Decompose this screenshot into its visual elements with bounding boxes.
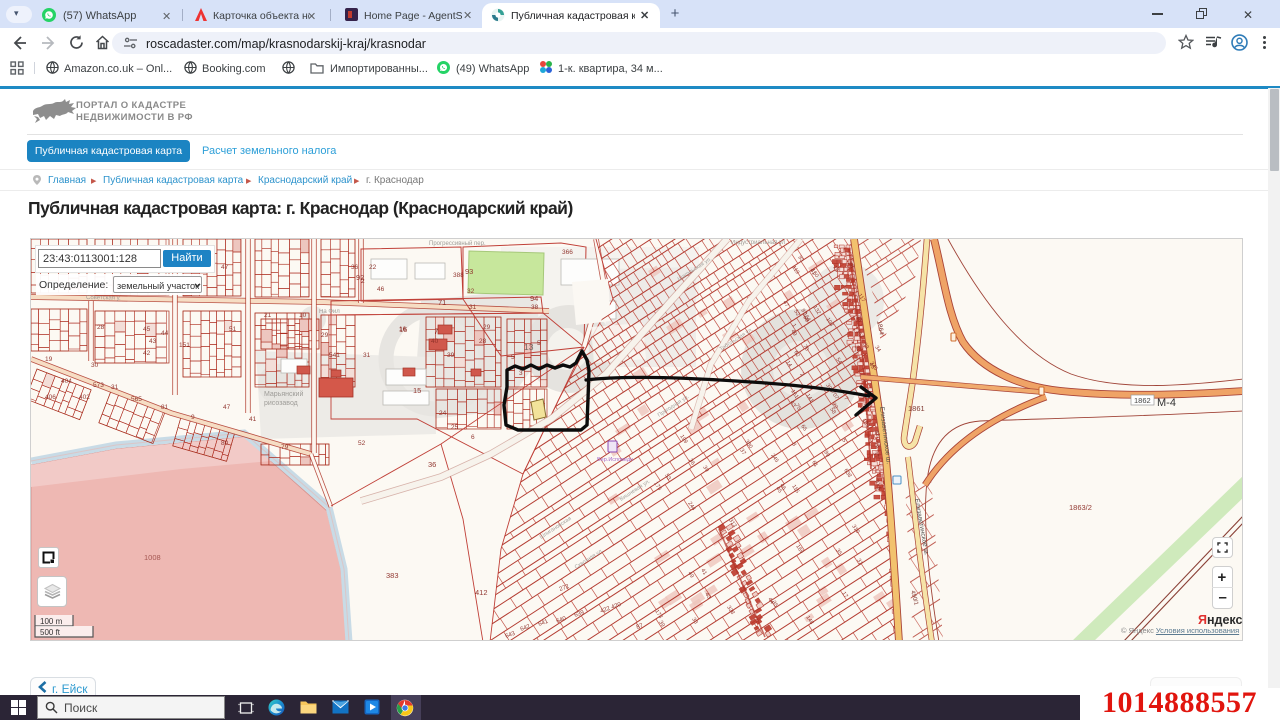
svg-text:7: 7 bbox=[434, 327, 438, 336]
svg-text:40: 40 bbox=[431, 338, 439, 345]
svg-text:На Фил: На Фил bbox=[319, 309, 340, 315]
svg-text:25: 25 bbox=[451, 424, 459, 431]
svg-text:79: 79 bbox=[281, 444, 289, 451]
svg-text:15: 15 bbox=[413, 386, 421, 395]
svg-text:36: 36 bbox=[351, 264, 359, 271]
svg-text:500 ft: 500 ft bbox=[40, 628, 61, 637]
svg-text:19: 19 bbox=[45, 356, 53, 363]
svg-text:47: 47 bbox=[221, 264, 229, 271]
svg-text:565: 565 bbox=[131, 396, 142, 403]
svg-text:5: 5 bbox=[511, 354, 515, 361]
svg-text:38: 38 bbox=[531, 304, 539, 311]
svg-text:29: 29 bbox=[321, 332, 329, 339]
svg-text:1008: 1008 bbox=[144, 553, 161, 562]
svg-text:406: 406 bbox=[45, 394, 56, 401]
svg-text:39: 39 bbox=[447, 352, 455, 359]
svg-text:100 m: 100 m bbox=[40, 617, 63, 626]
svg-text:13: 13 bbox=[524, 342, 534, 352]
svg-text:22: 22 bbox=[369, 264, 377, 271]
svg-text:16: 16 bbox=[399, 325, 407, 334]
svg-text:46: 46 bbox=[377, 286, 385, 293]
svg-text:6: 6 bbox=[471, 434, 475, 441]
svg-text:31: 31 bbox=[363, 352, 371, 359]
svg-text:71: 71 bbox=[438, 298, 446, 307]
svg-text:31: 31 bbox=[469, 304, 477, 311]
svg-text:М-4: М-4 bbox=[1157, 397, 1176, 409]
svg-text:28: 28 bbox=[479, 338, 487, 345]
svg-text:Прогрессивный пер.: Прогрессивный пер. bbox=[429, 240, 486, 247]
svg-text:30: 30 bbox=[91, 362, 99, 369]
svg-text:1863/2: 1863/2 bbox=[1069, 503, 1092, 512]
svg-text:1861: 1861 bbox=[908, 404, 925, 413]
svg-text:28: 28 bbox=[97, 324, 105, 331]
svg-text:44: 44 bbox=[161, 330, 169, 337]
svg-text:29: 29 bbox=[483, 324, 491, 331]
svg-text:541: 541 bbox=[329, 352, 340, 359]
svg-text:402: 402 bbox=[79, 394, 90, 401]
svg-text:5: 5 bbox=[537, 340, 541, 347]
svg-text:93: 93 bbox=[465, 267, 473, 276]
svg-text:1862: 1862 bbox=[1134, 396, 1151, 405]
svg-text:412: 412 bbox=[475, 588, 488, 597]
svg-text:41: 41 bbox=[249, 416, 257, 423]
svg-text:24: 24 bbox=[439, 410, 447, 417]
svg-text:383: 383 bbox=[386, 571, 399, 580]
svg-text:9: 9 bbox=[191, 414, 195, 421]
svg-text:388: 388 bbox=[453, 272, 464, 279]
svg-text:Советская у.: Советская у. bbox=[86, 295, 121, 302]
svg-text:45: 45 bbox=[143, 326, 151, 333]
svg-text:Марьянский: Марьянский bbox=[264, 390, 303, 398]
svg-text:94: 94 bbox=[530, 294, 538, 303]
svg-text:92: 92 bbox=[356, 273, 364, 282]
svg-text:рисозавод: рисозавод bbox=[264, 400, 298, 407]
svg-text:151: 151 bbox=[179, 342, 190, 349]
svg-text:81: 81 bbox=[161, 404, 169, 411]
svg-text:10: 10 bbox=[299, 312, 307, 319]
svg-text:51: 51 bbox=[229, 326, 237, 333]
svg-text:573: 573 bbox=[93, 382, 104, 389]
svg-text:32: 32 bbox=[467, 288, 475, 295]
svg-text:Индустриальная ул.: Индустриальная ул. bbox=[731, 240, 787, 246]
svg-text:43: 43 bbox=[149, 338, 157, 345]
svg-text:36: 36 bbox=[428, 460, 436, 469]
svg-text:80: 80 bbox=[221, 440, 229, 447]
svg-text:21: 21 bbox=[264, 312, 272, 319]
svg-text:52: 52 bbox=[358, 440, 366, 447]
svg-text:31: 31 bbox=[111, 384, 119, 391]
svg-text:47: 47 bbox=[223, 404, 231, 411]
svg-text:3: 3 bbox=[519, 370, 523, 377]
svg-text:366: 366 bbox=[562, 249, 573, 256]
svg-text:404: 404 bbox=[61, 378, 72, 385]
svg-text:42: 42 bbox=[143, 350, 151, 357]
svg-text:Вер.Исповедн: Вер.Исповедн bbox=[597, 457, 633, 463]
